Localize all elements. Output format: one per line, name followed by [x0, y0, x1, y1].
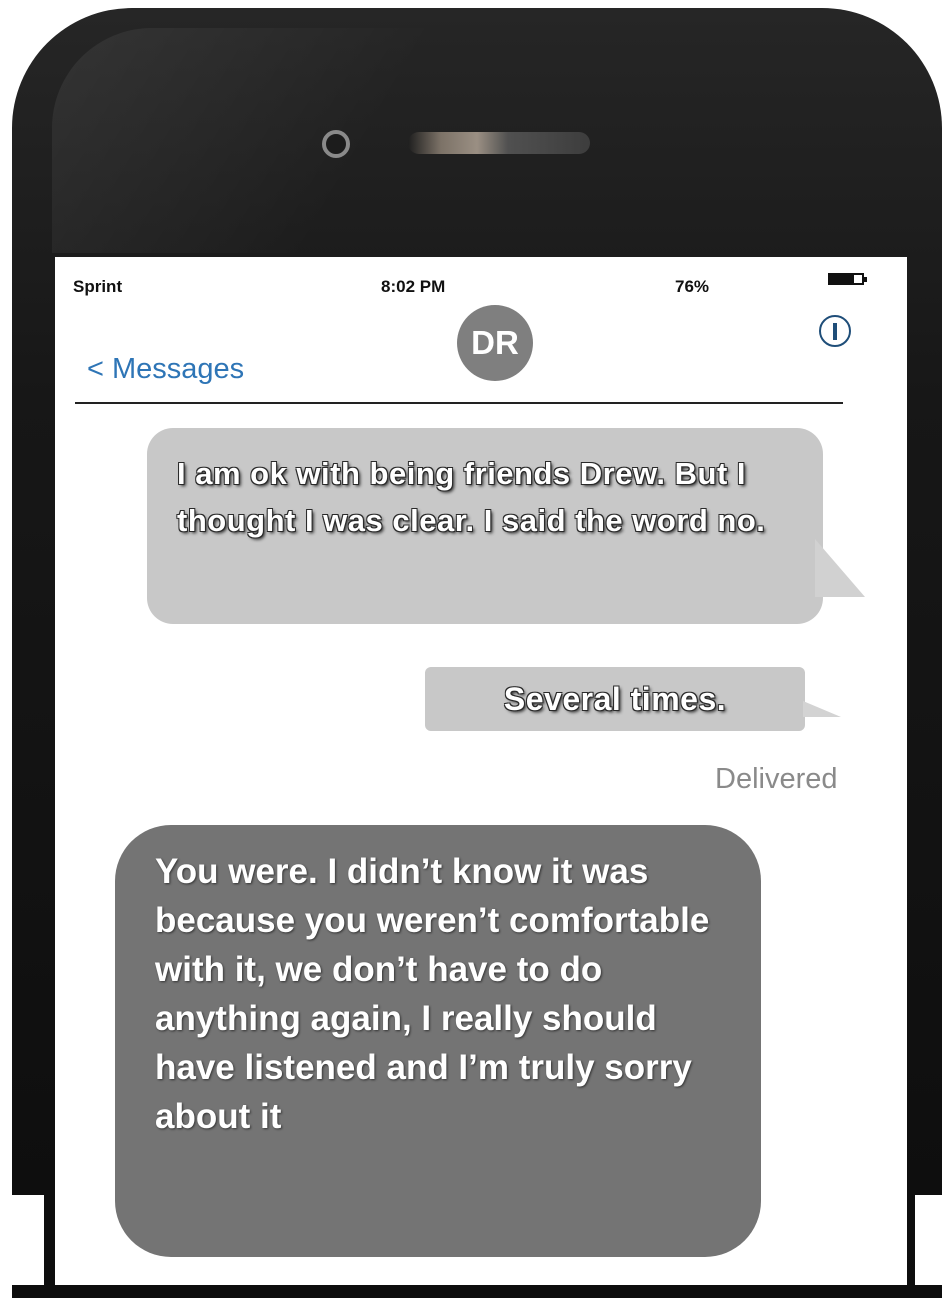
header-divider: [75, 402, 843, 404]
incoming-message-bubble[interactable]: You were. I didn’t know it was because y…: [115, 825, 761, 1257]
bubble-tail: [815, 539, 865, 597]
outgoing-message-bubble[interactable]: I am ok with being friends Drew. But I t…: [147, 428, 823, 624]
back-to-messages-button[interactable]: < Messages: [87, 353, 244, 386]
bubble-tail: [803, 701, 841, 717]
battery-nub: [864, 277, 867, 282]
background-corner-right: [915, 1195, 942, 1285]
message-text: Several times.: [503, 681, 727, 717]
battery-icon: [828, 273, 867, 285]
contact-avatar[interactable]: DR: [457, 305, 533, 381]
back-label: < Messages: [87, 353, 245, 385]
phone-screen: Sprint 8:02 PM 76% DR < Messages I am ok…: [55, 257, 907, 1285]
battery-level: [830, 275, 854, 283]
avatar-initials: DR: [471, 324, 519, 361]
info-icon[interactable]: [819, 315, 851, 347]
clock-label: 8:02 PM: [381, 277, 446, 296]
message-text: You were. I didn’t know it was because y…: [155, 852, 710, 1136]
battery-percent: 76%: [675, 277, 710, 296]
background-corner-left: [0, 1195, 44, 1285]
outgoing-message-bubble[interactable]: Several times.: [425, 667, 805, 731]
carrier-label: Sprint: [73, 277, 123, 296]
delivered-status: Delivered: [715, 763, 838, 795]
earpiece-speaker: [408, 132, 590, 154]
message-text: I am ok with being friends Drew. But I t…: [177, 456, 766, 538]
front-camera-icon: [322, 130, 350, 158]
